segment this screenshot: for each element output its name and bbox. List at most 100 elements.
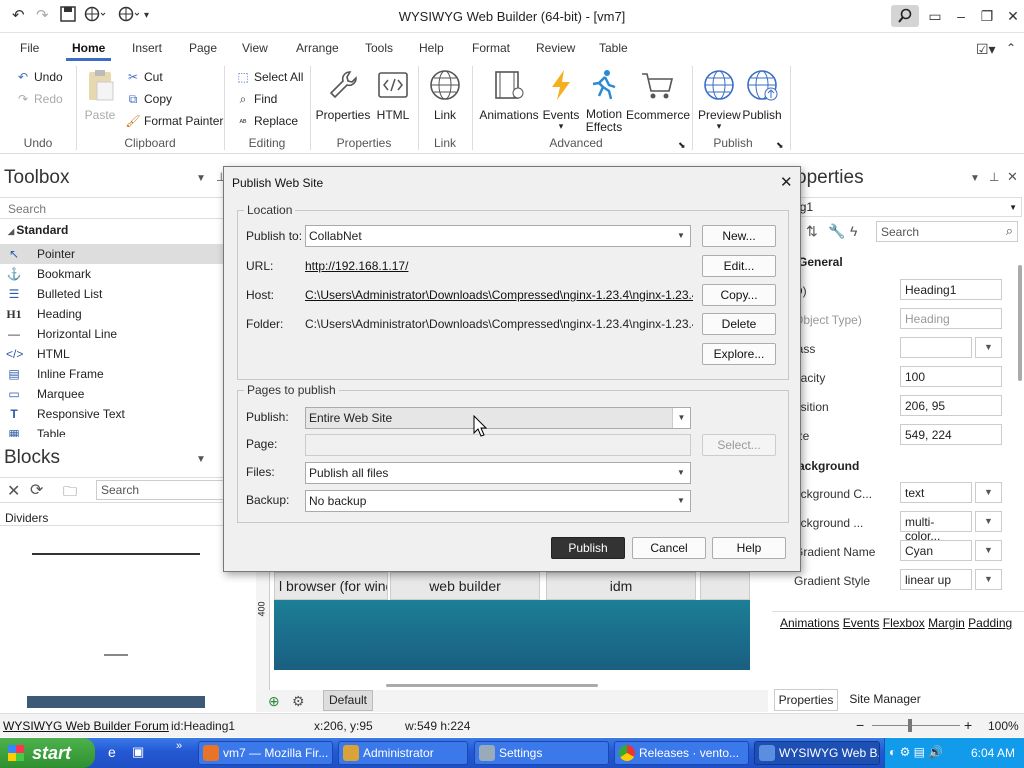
chevron-down-icon[interactable]: ▼ — [975, 482, 1002, 503]
chevron-down-icon[interactable]: ▼ — [975, 540, 1002, 561]
replace-button[interactable]: ᴬᴮ Replace — [234, 112, 299, 130]
more-quicklaunch-icon[interactable]: » — [176, 740, 182, 752]
blocks-search-input[interactable]: Search — [96, 480, 226, 500]
tab-insert[interactable]: Insert — [132, 41, 162, 55]
backup-select[interactable]: No backup ▼ — [305, 490, 691, 512]
property-value[interactable]: text — [900, 482, 972, 503]
nav-item[interactable]: web builder — [390, 572, 540, 600]
page-settings-icon[interactable]: ⚙ — [292, 693, 305, 710]
close-icon[interactable]: ✕ — [7, 481, 20, 501]
tab-home[interactable]: Home — [72, 41, 105, 55]
tab-review[interactable]: Review — [536, 41, 575, 55]
nav-item[interactable] — [700, 572, 750, 600]
animations-button[interactable]: Animations — [478, 68, 540, 122]
tab-properties[interactable]: Properties — [774, 689, 838, 711]
properties-close-icon[interactable]: ✕ — [1007, 169, 1018, 185]
ecommerce-button[interactable]: Ecommerce — [626, 68, 690, 122]
events-button[interactable]: Events ▾ — [542, 68, 580, 131]
help-button[interactable]: Help — [712, 537, 786, 559]
divider-preview[interactable] — [27, 696, 205, 708]
toolbox-search-input[interactable]: Search — [0, 197, 224, 219]
html-button[interactable]: HTML — [374, 68, 412, 122]
zoom-in-icon[interactable]: + — [964, 717, 972, 733]
blocks-menu-icon[interactable]: ▼ — [196, 454, 206, 465]
link-button[interactable]: Link — [424, 68, 466, 122]
chevron-down-icon[interactable]: ▼ — [975, 337, 1002, 358]
publish-launcher-icon[interactable]: ⬊ — [776, 136, 784, 154]
sort-icon[interactable]: ⇅ — [806, 223, 818, 240]
zoom-out-icon[interactable]: − — [856, 717, 864, 733]
explore-button[interactable]: Explore... — [702, 343, 776, 365]
tab-table[interactable]: Table — [599, 41, 628, 55]
tray-icons[interactable]: ◐ ⚙ ▤ 🔊 — [889, 745, 943, 759]
tab-default[interactable]: Default — [323, 690, 373, 711]
toolbox-item-inline-frame[interactable]: ▤ Inline Frame — [0, 364, 224, 384]
link-padding[interactable]: Padding — [968, 616, 1012, 630]
tab-format[interactable]: Format — [472, 41, 510, 55]
link-events[interactable]: Events — [843, 616, 880, 630]
object-selector[interactable]: ading1▼ — [772, 197, 1022, 217]
divider-preview[interactable] — [104, 654, 128, 656]
task-chrome[interactable]: Releases · vento... — [614, 741, 749, 765]
toolbox-item-pointer[interactable]: ↖ Pointer — [0, 244, 224, 264]
property-value[interactable]: Cyan — [900, 540, 972, 561]
property-value[interactable]: 206, 95 — [900, 395, 1002, 416]
tab-file[interactable]: File — [20, 41, 39, 55]
tab-arrange[interactable]: Arrange — [296, 41, 339, 55]
toolbox-item-responsive-text[interactable]: T Responsive Text — [0, 404, 224, 424]
tab-site-manager[interactable]: Site Manager — [840, 689, 930, 711]
toolbox-item-horizontal-line[interactable]: — Horizontal Line — [0, 324, 224, 344]
copy-button[interactable]: ⧉ Copy — [124, 90, 172, 108]
property-value[interactable]: linear up — [900, 569, 972, 590]
ribbon-display-icon[interactable]: ▭ — [921, 5, 949, 27]
format-painter-button[interactable]: 🖌 Format Painter — [124, 112, 223, 130]
toolbox-item-html[interactable]: </> HTML — [0, 344, 224, 364]
host-value[interactable]: C:\Users\Administrator\Downloads\Compres… — [305, 288, 693, 302]
properties-pin-icon[interactable]: ⊥ — [989, 170, 999, 184]
tab-help[interactable]: Help — [419, 41, 444, 55]
undo-button[interactable]: ↶ Undo — [14, 68, 63, 86]
publish-to-select[interactable]: CollabNet ▼ — [305, 225, 691, 247]
dialog-close-icon[interactable]: ✕ — [780, 173, 793, 191]
publish-button[interactable]: Publish — [741, 68, 783, 122]
property-value[interactable]: multi-color... — [900, 511, 972, 543]
delete-button[interactable]: Delete — [702, 313, 776, 335]
task-administrator[interactable]: Administrator — [338, 741, 468, 765]
nav-item[interactable]: idm — [546, 572, 696, 600]
toolbox-item-bulleted-list[interactable]: ☰ Bulleted List — [0, 284, 224, 304]
properties-menu-icon[interactable]: ▼ — [970, 173, 980, 184]
tab-view[interactable]: View — [242, 41, 268, 55]
property-value[interactable]: 549, 224 — [900, 424, 1002, 445]
advanced-launcher-icon[interactable]: ⬊ — [678, 136, 686, 154]
toolbox-category-standard[interactable]: ◢ Standard — [8, 223, 68, 237]
zoom-slider-thumb[interactable] — [908, 719, 912, 732]
tab-tools[interactable]: Tools — [365, 41, 393, 55]
property-value[interactable]: Heading1 — [900, 279, 1002, 300]
view-options-icon[interactable]: ☑▾ — [976, 41, 996, 58]
cancel-button[interactable]: Cancel — [632, 537, 706, 559]
restore-button[interactable]: ❐ — [973, 5, 1001, 27]
toolbox-menu-icon[interactable]: ▼ — [196, 173, 206, 184]
select-all-button[interactable]: ⬚ Select All — [234, 68, 303, 86]
toolbox-item-table[interactable]: ▦ Table — [0, 424, 224, 437]
refresh-icon[interactable]: ⟳ — [30, 480, 43, 500]
link-flexbox[interactable]: Flexbox — [883, 616, 925, 630]
properties-search-input[interactable]: Search ⌕ — [876, 221, 1018, 242]
minimize-button[interactable]: – — [947, 5, 975, 27]
link-animations[interactable]: Animations — [780, 616, 839, 630]
zoom-slider[interactable] — [872, 725, 960, 726]
task-firefox[interactable]: vm7 — Mozilla Fir... — [198, 741, 333, 765]
new-button[interactable]: New... — [702, 225, 776, 247]
link-margin[interactable]: Margin — [928, 616, 965, 630]
property-value[interactable] — [900, 337, 972, 358]
paste-button[interactable]: Paste — [80, 68, 120, 122]
properties-scrollbar[interactable] — [1018, 265, 1022, 381]
collapse-ribbon-icon[interactable]: ⌃ — [1006, 41, 1016, 55]
properties-button[interactable]: Properties — [315, 68, 371, 122]
chevron-down-icon[interactable]: ▼ — [975, 511, 1002, 532]
folder-icon[interactable]: 🗀 — [63, 481, 77, 505]
wrench-icon[interactable]: 🔧 — [828, 223, 845, 240]
lightning-icon[interactable]: ϟ — [850, 223, 857, 239]
edit-button[interactable]: Edit... — [702, 255, 776, 277]
motion-effects-button[interactable]: Motion Effects — [581, 68, 627, 134]
